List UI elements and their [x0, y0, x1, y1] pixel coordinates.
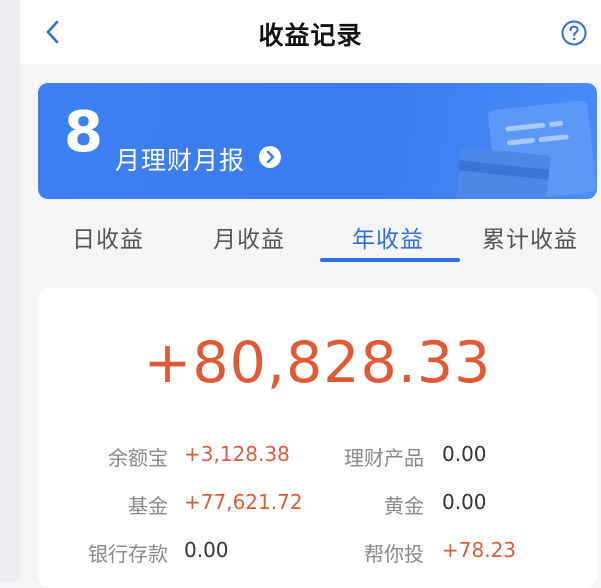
- label-help-invest: 帮你投: [364, 542, 424, 566]
- banner-month-number: 8: [64, 100, 103, 165]
- value-funds: +77,621.72: [184, 490, 303, 514]
- tab-monthly[interactable]: 月收益: [213, 220, 285, 254]
- value-gold: 0.00: [442, 490, 487, 514]
- question-circle-icon: [561, 20, 587, 46]
- value-help-invest: +78.23: [442, 538, 517, 562]
- value-yuebao: +3,128.38: [184, 442, 290, 466]
- side-strip: [0, 0, 20, 582]
- label-yuebao: 余额宝: [108, 446, 168, 470]
- earnings-tabs: 日收益 月收益 年收益 累计收益: [38, 200, 601, 262]
- active-tab-indicator: [320, 258, 460, 262]
- tab-yearly[interactable]: 年收益: [352, 220, 424, 254]
- value-wealth-products: 0.00: [442, 442, 487, 466]
- label-bank-deposits: 银行存款: [88, 542, 168, 566]
- help-button[interactable]: [561, 20, 587, 46]
- monthly-report-banner[interactable]: 8 月理财月报: [38, 83, 597, 199]
- chevron-right-circle-icon: [259, 146, 281, 168]
- value-bank-deposits: 0.00: [184, 538, 229, 562]
- label-funds: 基金: [128, 494, 168, 518]
- label-gold: 黄金: [384, 494, 424, 518]
- top-bar: 收益记录: [20, 0, 601, 64]
- tab-cumulative[interactable]: 累计收益: [482, 220, 578, 254]
- total-earnings: +80,828.33: [143, 330, 492, 396]
- tab-daily[interactable]: 日收益: [72, 220, 144, 254]
- banner-title: 月理财月报: [115, 146, 246, 175]
- page-title: 收益记录: [258, 21, 363, 50]
- label-wealth-products: 理财产品: [344, 446, 424, 470]
- banner-arrow-button[interactable]: [258, 145, 282, 169]
- report-card-illustration: [455, 100, 596, 199]
- earnings-summary-card: +80,828.33 余额宝 +3,128.38 理财产品 0.00 基金 +7…: [38, 288, 597, 588]
